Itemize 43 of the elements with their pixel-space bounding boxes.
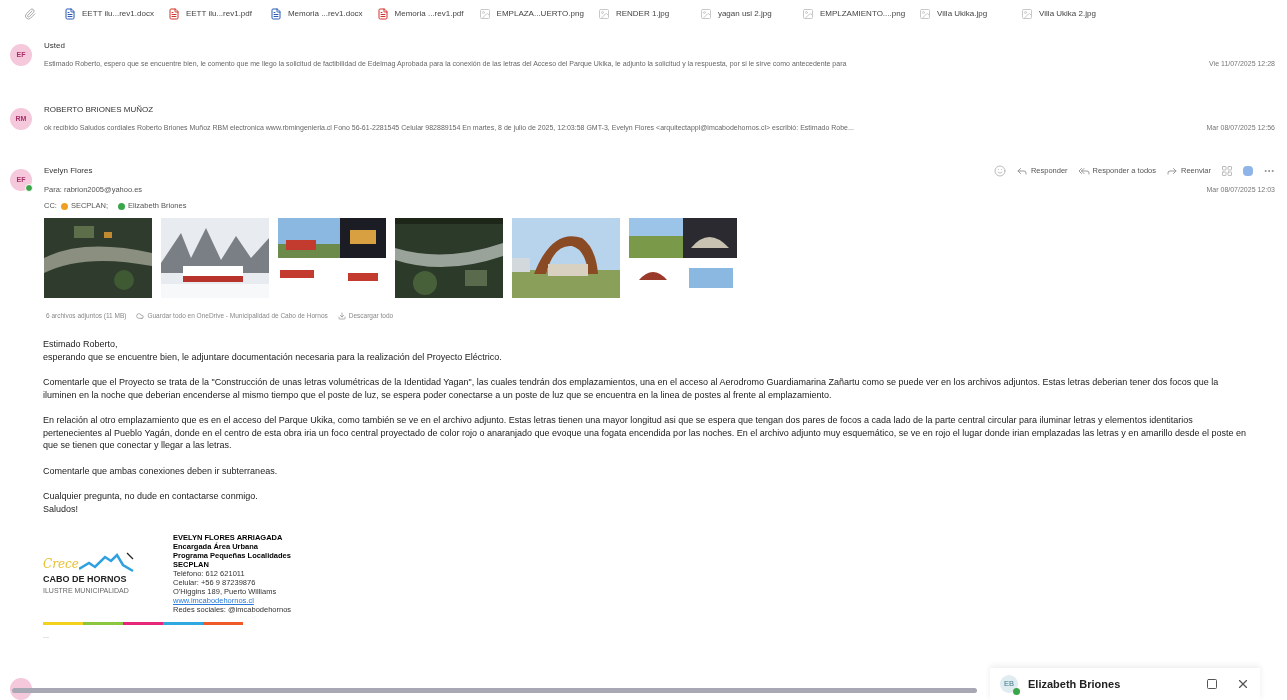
maximize-icon[interactable] [1206,678,1218,690]
image-file-icon [1021,8,1034,20]
body-text: Cualquier pregunta, no dude en contactarse conmigo. [43,490,259,503]
attachment-chip[interactable]: EETT ilu...rev1.pdf [167,8,256,20]
pdf-file-icon [167,8,180,20]
body-text: Comentarle que el Proyecto se trata de la "Construcción de unas letras volumétricas de la Identidad Yagan", las cuales tendrán dos emplazamientos, una en el acceso al Aerodromo Guardiamarina Zañartu como se puede ver en los archivos adjuntos. Estas letras deberian tener dos focos que la iluminen en la noche que deberian encenderse al mismo tiempo que el poste de luz, se espera poder conectarse a un poste de luz que se encuentra en la linea de postes al frente al emplazamiento. [43,376,1220,401]
word-file-icon [64,8,76,20]
forward-icon [1166,165,1178,177]
image-file-icon [919,8,932,20]
logo-title: CABO DE HORNOS [43,572,128,586]
attachment-chip[interactable]: Memoria ...rev1.pdf [376,8,465,20]
attachment-chip[interactable]: RENDER 1.jpg [597,8,686,20]
sender-name: ROBERTO BRIONES MUÑOZ [44,104,155,116]
image-file-icon [699,8,712,20]
mountain-logo-icon [78,550,135,573]
attachment-chip[interactable]: Villa Ukika 2.jpg [1021,8,1110,20]
reply-all-icon [1077,165,1090,177]
attachment-chip[interactable]: Villa Ukika.jpg [919,8,1008,20]
attachment-chip[interactable]: EETT ilu...rev1.docx [64,8,154,20]
body-text: esperando que se encuentre bien, le adjuntare documentación necesaria para la realización del Proyecto Eléctrico. [43,350,503,363]
attachment-chip[interactable]: Memoria ...rev1.docx [269,8,363,20]
horizontal-scrollbar[interactable] [12,688,977,693]
word-file-icon [269,8,282,20]
chat-name: Elizabeth Briones [1028,676,1122,692]
image-file-icon [478,8,491,20]
body-text: Estimado Roberto, [43,338,119,351]
body-text: Comentarle que ambas conexiones deben ir subterraneas. [43,464,279,477]
pdf-file-icon [376,8,389,20]
reply-icon [1015,165,1028,177]
body-text: En relación al otro emplazamiento que es en el acceso del Parque Ukika, como también se ve en el archivo adjunto. Estas letras tienen una mayor longitud asi que se espera que tengan dos pares de focos a cada lado de la parte central circular para iluminar letras y elementos identitarios pertenecientes al Pueblo Yagán, donde en el centro de esta obra iria un foco central proyectado de color rojo o anaranjado que evoque una fogata encendida por las noches. En el archivo adjunto muy esquemático, se ve en rojo el lugar donde irian emplazadas las letras y en amarillo desde el poste en que se tienen que conectar y llegar a las letras. [43,414,1247,452]
sender-name: Usted [44,40,66,52]
download-icon [337,312,346,320]
logo-script: Crece [43,555,79,573]
image-file-icon [597,8,610,20]
sender-name: Evelyn Flores [44,165,93,177]
attachment-chip[interactable]: EMPLAZA...UERTO.png [478,8,584,20]
attachment-chip[interactable]: EMPLZAMIENTO....png [801,8,906,20]
cloud-icon [136,312,145,320]
body-text: Saludos! [43,502,80,515]
image-file-icon [801,8,814,20]
close-icon[interactable] [1236,677,1250,691]
paperclip-icon [24,8,36,20]
attachment-chip[interactable]: yagan usi 2.jpg [699,8,788,20]
